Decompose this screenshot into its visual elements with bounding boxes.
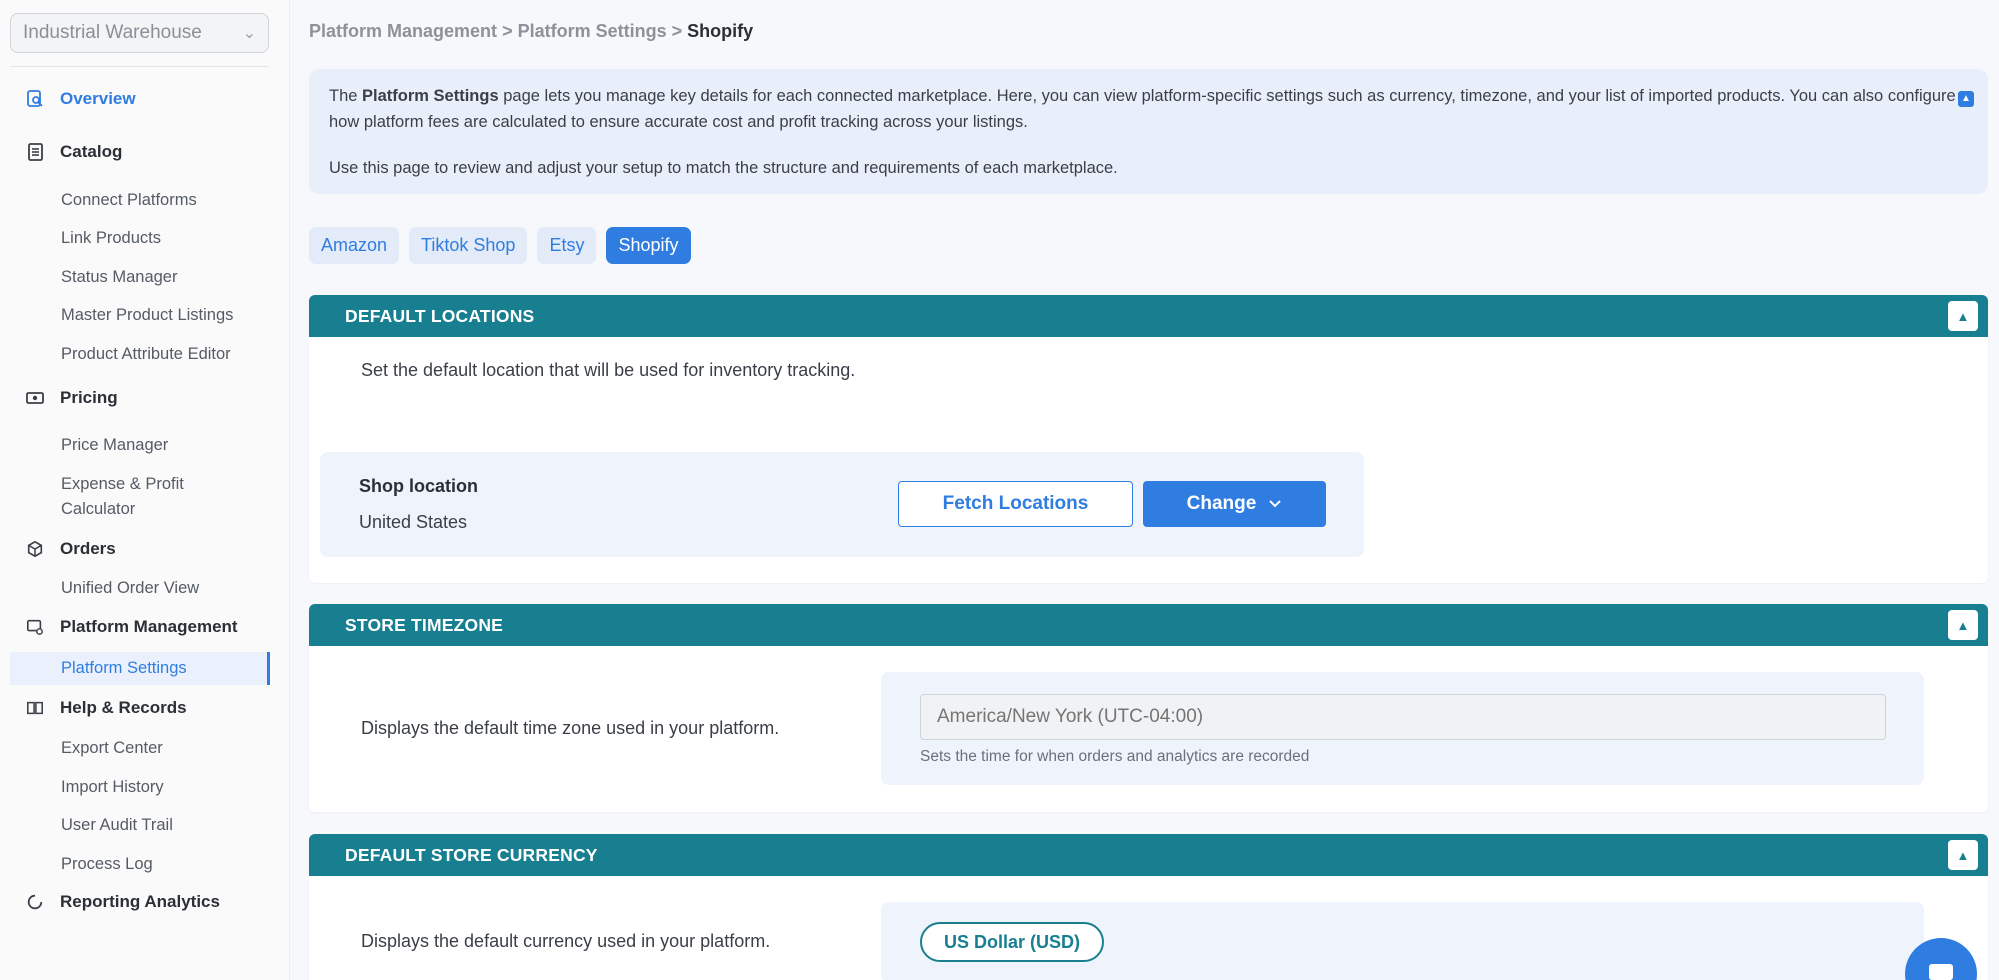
default-locations-card: DEFAULT LOCATIONS ▲ Set the default loca…	[309, 295, 1988, 583]
chevron-down-icon	[1269, 500, 1282, 508]
sidebar-section-label: Catalog	[60, 142, 123, 161]
breadcrumb-platform-settings[interactable]: Platform Settings	[518, 21, 667, 41]
breadcrumb-platform-management[interactable]: Platform Management	[309, 21, 497, 41]
analytics-icon	[24, 891, 46, 913]
box-icon	[24, 538, 46, 560]
card-title: DEFAULT STORE CURRENCY	[345, 844, 598, 865]
sidebar-section-label: Pricing	[60, 388, 118, 407]
chevron-up-icon[interactable]: ▲	[1948, 840, 1978, 870]
sidebar-section-pricing[interactable]: Pricing	[24, 387, 118, 409]
book-icon	[24, 697, 46, 719]
shop-location-label: Shop location	[359, 476, 478, 496]
tab-tiktok-shop[interactable]: Tiktok Shop	[409, 227, 528, 264]
platform-tabs: Amazon Tiktok Shop Etsy Shopify	[309, 227, 691, 264]
sidebar-item-process-log[interactable]: Process Log	[61, 852, 153, 877]
sidebar-divider	[10, 66, 269, 67]
sidebar-section-label: Platform Management	[60, 617, 238, 636]
store-timezone-card: STORE TIMEZONE ▲ Displays the default ti…	[309, 604, 1988, 812]
default-locations-header: DEFAULT LOCATIONS ▲	[309, 295, 1988, 337]
sidebar-item-product-attribute-editor[interactable]: Product Attribute Editor	[61, 342, 231, 367]
currency-badge: US Dollar (USD)	[920, 922, 1105, 962]
tab-amazon[interactable]: Amazon	[309, 227, 400, 264]
breadcrumb-separator: >	[502, 21, 513, 41]
store-timezone-description: Displays the default time zone used in y…	[361, 718, 780, 738]
info-prefix: The	[329, 87, 358, 105]
sidebar-item-expense-profit[interactable]: Expense & Profit	[61, 472, 184, 497]
sidebar-section-reporting-analytics[interactable]: Reporting Analytics	[24, 891, 220, 913]
chevron-down-icon: ⌄	[242, 25, 256, 42]
sidebar-section-label: Orders	[60, 539, 116, 558]
change-button-label: Change	[1186, 493, 1257, 514]
info-rest: page lets you manage key details for eac…	[329, 87, 1956, 131]
store-timezone-header: STORE TIMEZONE ▲	[309, 604, 1988, 646]
overview-icon	[24, 88, 46, 110]
breadcrumb-current: Shopify	[687, 21, 754, 41]
info-box: The Platform Settings page lets you mana…	[309, 69, 1988, 194]
info-line1: The Platform Settings page lets you mana…	[329, 83, 1968, 135]
sidebar-section-catalog[interactable]: Catalog	[24, 141, 122, 163]
sidebar-item-label: Overview	[60, 89, 136, 108]
default-currency-header: DEFAULT STORE CURRENCY ▲	[309, 834, 1988, 876]
sidebar-item-link-products[interactable]: Link Products	[61, 226, 161, 251]
info-line2: Use this page to review and adjust your …	[329, 159, 1118, 177]
shop-location-value: United States	[359, 512, 468, 532]
chevron-up-icon[interactable]: ▲	[1958, 91, 1974, 107]
sidebar-section-label: Help & Records	[60, 698, 187, 717]
breadcrumb: Platform Management > Platform Settings …	[309, 21, 753, 42]
main-content: Platform Management > Platform Settings …	[290, 0, 1999, 980]
sidebar-section-platform-management[interactable]: Platform Management	[24, 616, 238, 638]
tab-shopify[interactable]: Shopify	[606, 227, 691, 264]
sidebar-item-master-product-listings[interactable]: Master Product Listings	[61, 303, 233, 328]
default-locations-description: Set the default location that will be us…	[361, 360, 856, 380]
tab-etsy[interactable]: Etsy	[537, 227, 597, 264]
change-location-button[interactable]: Change	[1143, 481, 1326, 527]
chevron-up-icon[interactable]: ▲	[1948, 301, 1978, 331]
sidebar-section-help-records[interactable]: Help & Records	[24, 697, 187, 719]
fetch-locations-button[interactable]: Fetch Locations	[898, 481, 1133, 527]
sidebar-item-overview[interactable]: Overview	[24, 88, 136, 110]
timezone-help-text: Sets the time for when orders and analyt…	[920, 748, 1310, 765]
sidebar-item-export-center[interactable]: Export Center	[61, 736, 163, 761]
shop-location-panel: Shop location United States Fetch Locati…	[320, 452, 1364, 557]
default-currency-description: Displays the default currency used in yo…	[361, 931, 771, 951]
timezone-panel: Sets the time for when orders and analyt…	[881, 672, 1924, 785]
sidebar: Industrial Warehouse ⌄ Overview Catalog …	[0, 0, 290, 980]
sidebar-item-user-audit-trail[interactable]: User Audit Trail	[61, 813, 173, 838]
chevron-up-icon[interactable]: ▲	[1948, 610, 1978, 640]
card-title: STORE TIMEZONE	[345, 614, 504, 635]
sidebar-item-connect-platforms[interactable]: Connect Platforms	[61, 188, 197, 213]
sidebar-section-orders[interactable]: Orders	[24, 538, 116, 560]
timezone-field[interactable]	[920, 694, 1886, 740]
breadcrumb-separator: >	[671, 21, 683, 41]
default-currency-card: DEFAULT STORE CURRENCY ▲ Displays the de…	[309, 834, 1988, 980]
money-icon	[24, 387, 46, 409]
sidebar-item-price-manager[interactable]: Price Manager	[61, 433, 168, 458]
info-bold: Platform Settings	[362, 87, 499, 105]
sidebar-item-import-history[interactable]: Import History	[61, 775, 164, 800]
sidebar-item-expense-profit-cont[interactable]: Calculator	[61, 497, 135, 522]
sidebar-section-label: Reporting Analytics	[60, 892, 220, 911]
store-selector[interactable]: Industrial Warehouse ⌄	[10, 13, 269, 53]
catalog-icon	[24, 141, 46, 163]
card-title: DEFAULT LOCATIONS	[345, 305, 535, 326]
sidebar-item-platform-settings[interactable]: Platform Settings	[10, 652, 270, 685]
currency-panel: US Dollar (USD)	[881, 902, 1924, 980]
sidebar-item-status-manager[interactable]: Status Manager	[61, 265, 177, 290]
sidebar-item-unified-order-view[interactable]: Unified Order View	[61, 576, 199, 601]
platform-settings-icon	[24, 616, 46, 638]
store-selector-value: Industrial Warehouse	[23, 22, 202, 43]
